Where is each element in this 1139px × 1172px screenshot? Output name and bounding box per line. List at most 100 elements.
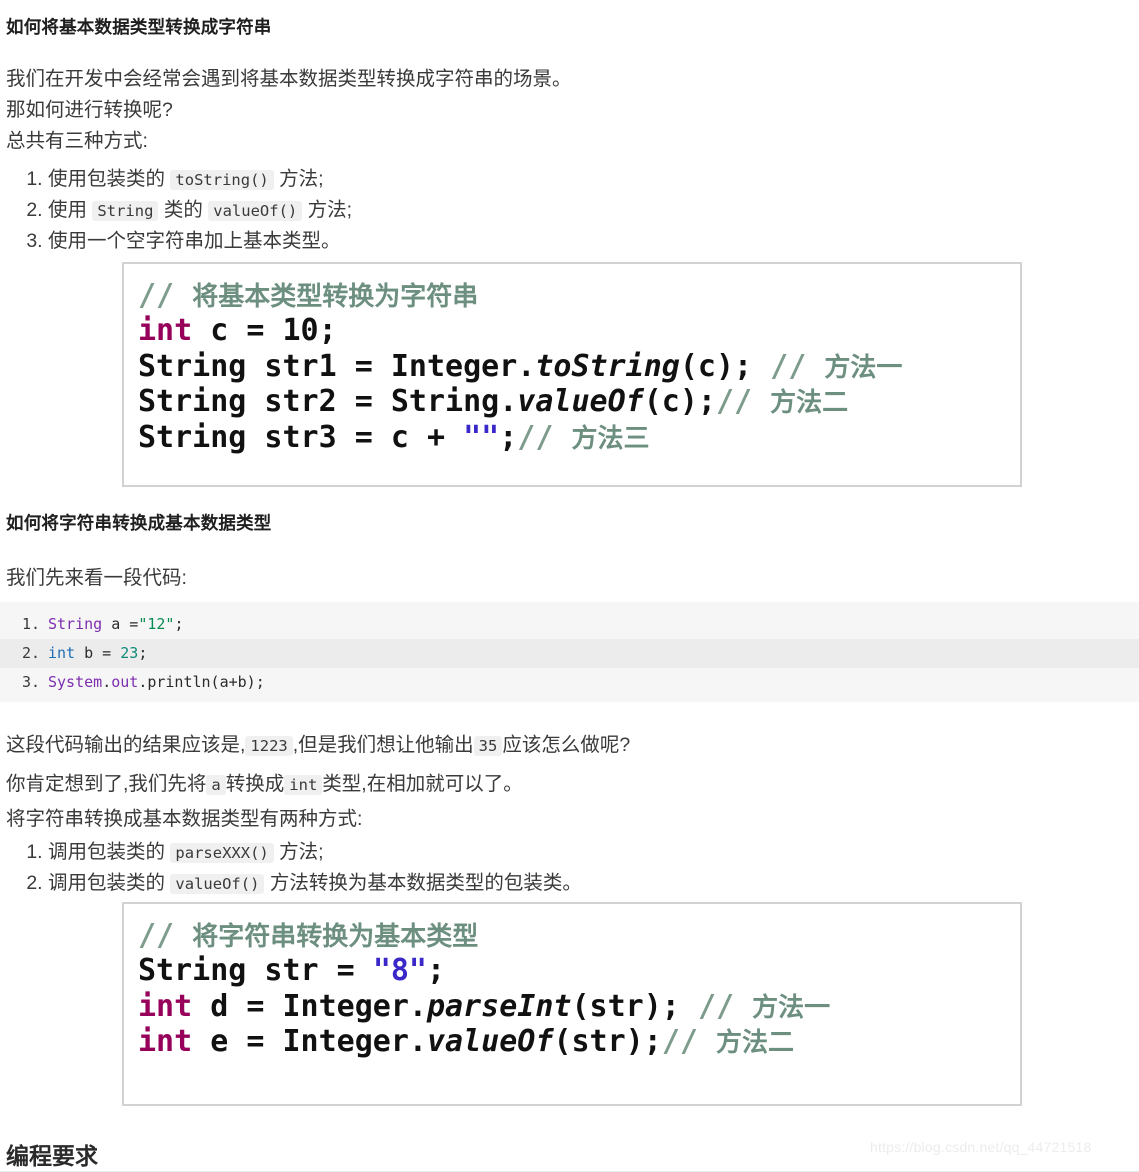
code-comment-marker: // [661, 1024, 716, 1060]
hint-text-a: 你肯定想到了,我们先将 [6, 773, 207, 795]
code-image-line: // 将基本类型转换为字符串 [138, 278, 1020, 313]
code-comment-marker: // [517, 419, 572, 455]
code-comment-text: 方法一 [824, 351, 903, 382]
code-comment-marker: // [770, 348, 825, 384]
code-comment-text: 将字符串转换为基本类型 [192, 921, 479, 951]
list-item: 调用包装类的 parseXXX() 方法; [48, 837, 582, 868]
code-text: c = 10; [192, 313, 337, 349]
list-item-text-suffix: 方法; [302, 198, 353, 221]
hint-text-c: 类型,在相加就可以了。 [322, 773, 523, 795]
list-item-text-suffix: 方法转换为基本数据类型的包装类。 [264, 871, 582, 894]
inline-code-int: int [284, 775, 323, 795]
code-image-line: String str1 = Integer.toString(c); // 方法… [138, 349, 1020, 384]
list-item-text-prefix: 使用一个空字符串加上基本类型。 [48, 229, 341, 252]
code-method-valueof: valueOf [517, 384, 644, 420]
code-token-plain: . [102, 673, 112, 691]
result-text-c: 应该怎么做呢? [502, 734, 631, 756]
code-method-parseint: parseInt [427, 988, 572, 1024]
intro-paragraph-2: 那如何进行转换呢? [6, 99, 173, 121]
hint-paragraph: 你肯定想到了,我们先将 a 转换成 int 类型,在相加就可以了。 [6, 773, 523, 795]
list-item: 使用一个空字符串加上基本类型。 [48, 226, 352, 257]
footer-heading: 编程要求 [6, 1143, 98, 1169]
inline-code-tostring: toString() [170, 170, 274, 190]
code-comment-text: 方法二 [716, 1027, 795, 1058]
code-comment-text: 方法一 [752, 991, 831, 1022]
inline-code-1223: 1223 [245, 736, 293, 756]
inline-code-valueof-2: valueOf() [170, 873, 265, 894]
code-screenshot-primitive-to-string: // 将基本类型转换为字符串 int c = 10; String str1 =… [122, 262, 1022, 487]
code-token-plain: . [138, 673, 148, 691]
inline-code-parsexxx: parseXXX() [170, 843, 274, 863]
code-comment-marker: // [697, 988, 753, 1024]
list-item-text-suffix: 方法; [273, 841, 324, 863]
code-keyword-int: int [138, 1024, 193, 1060]
code-line: 1. String a ="12"; [0, 610, 1139, 639]
code-text: e = Integer. [192, 1024, 427, 1060]
code-comment-text: 将基本类型转换为字符串 [192, 281, 479, 311]
code-block-string-concat: 1. String a ="12"; 2. int b = 23; 3. System… [0, 602, 1139, 702]
code-token-package: System [48, 673, 103, 691]
code-image-line: // 将字符串转换为基本类型 [138, 918, 1020, 953]
code-keyword-int: int [138, 313, 193, 349]
code-image-line: String str = "8"; [138, 953, 1020, 988]
code-token-package: out [111, 673, 139, 691]
list-item-text-prefix: 使用包装类的 [48, 168, 171, 190]
list-item-text-prefix: 调用包装类的 [48, 841, 171, 863]
intro-paragraph-1: 我们在开发中会经常会遇到将基本数据类型转换成字符串的场景。 [6, 68, 572, 90]
code-image-line: int e = Integer.valueOf(str);// 方法二 [138, 1024, 1020, 1059]
code-image-line: int d = Integer.parseInt(str); // 方法一 [138, 989, 1020, 1024]
code-method-tostring: toString [535, 348, 680, 384]
code-comment-text: 方法三 [571, 422, 650, 453]
result-text-a: 这段代码输出的结果应该是, [6, 734, 246, 756]
code-token-call: println(a+b); [147, 673, 265, 691]
code-image-line: int c = 10; [138, 313, 1020, 348]
code-keyword-int: int [138, 988, 193, 1024]
code-text: String str = [138, 953, 373, 989]
hint-text-b: 转换成 [225, 773, 285, 795]
intro-paragraph-3: 总共有三种方式: [6, 130, 148, 152]
code-text: String str3 = c + [138, 419, 464, 455]
result-paragraph: 这段代码输出的结果应该是, 1223 ,但是我们想让他输出 35 应该怎么做呢? [6, 734, 631, 756]
line-number: 1. [22, 615, 41, 633]
code-text: ; [427, 953, 446, 989]
code-text: (str); [553, 1024, 662, 1060]
code-screenshot-string-to-primitive: // 将字符串转换为基本类型 String str = "8"; int d =… [122, 902, 1022, 1106]
code-comment-marker: // [715, 384, 771, 420]
line-number: 2. [22, 644, 41, 662]
code-text: String str2 = String. [138, 384, 518, 420]
inline-code-valueof: valueOf() [208, 200, 303, 221]
list-item: 使用包装类的 toString() 方法; [48, 164, 352, 195]
code-token-number: 23 [120, 644, 139, 662]
code-string-literal: "" [463, 419, 500, 455]
methods-list: 使用包装类的 toString() 方法; 使用 String 类的 value… [0, 164, 352, 256]
code-token-keyword: int [48, 644, 76, 662]
code-text: ; [499, 419, 518, 455]
code-method-valueof: valueOf [427, 1024, 554, 1060]
section2-intro: 我们先来看一段代码: [6, 567, 187, 589]
list-item-text-prefix: 调用包装类的 [48, 871, 171, 894]
article-page: 如何将基本数据类型转换成字符串 我们在开发中会经常会遇到将基本数据类型转换成字符… [0, 0, 1139, 1172]
conversion-methods-list: 调用包装类的 parseXXX() 方法; 调用包装类的 valueOf() 方… [0, 837, 582, 899]
code-token-plain: a = [102, 615, 139, 633]
inline-code-35: 35 [473, 736, 503, 756]
code-comment-marker: // [138, 918, 193, 953]
list-item-text-prefix: 使用 [48, 198, 93, 221]
code-text: (c); [643, 384, 716, 420]
code-token-plain: ; [174, 615, 184, 633]
list-item: 使用 String 类的 valueOf() 方法; [48, 195, 352, 226]
code-image-line: String str3 = c + "";// 方法三 [138, 420, 1020, 455]
code-token-type: String [48, 615, 103, 633]
inline-code-string: String [92, 200, 159, 221]
code-token-plain: ; [138, 644, 148, 662]
inline-code-a: a [206, 775, 226, 795]
code-text: (c); [679, 348, 771, 384]
code-text: (str); [571, 988, 698, 1024]
code-image-line: String str2 = String.valueOf(c);// 方法二 [138, 384, 1020, 419]
list-item-text-suffix: 方法; [273, 168, 324, 190]
code-text: String str1 = Integer. [138, 348, 536, 384]
code-text: d = Integer. [192, 988, 427, 1024]
section-heading-1: 如何将基本数据类型转换成字符串 [6, 17, 272, 37]
result-text-b: ,但是我们想让他输出 [292, 734, 474, 756]
list-item: 调用包装类的 valueOf() 方法转换为基本数据类型的包装类。 [48, 868, 582, 899]
list-item-text-mid: 类的 [158, 198, 209, 221]
